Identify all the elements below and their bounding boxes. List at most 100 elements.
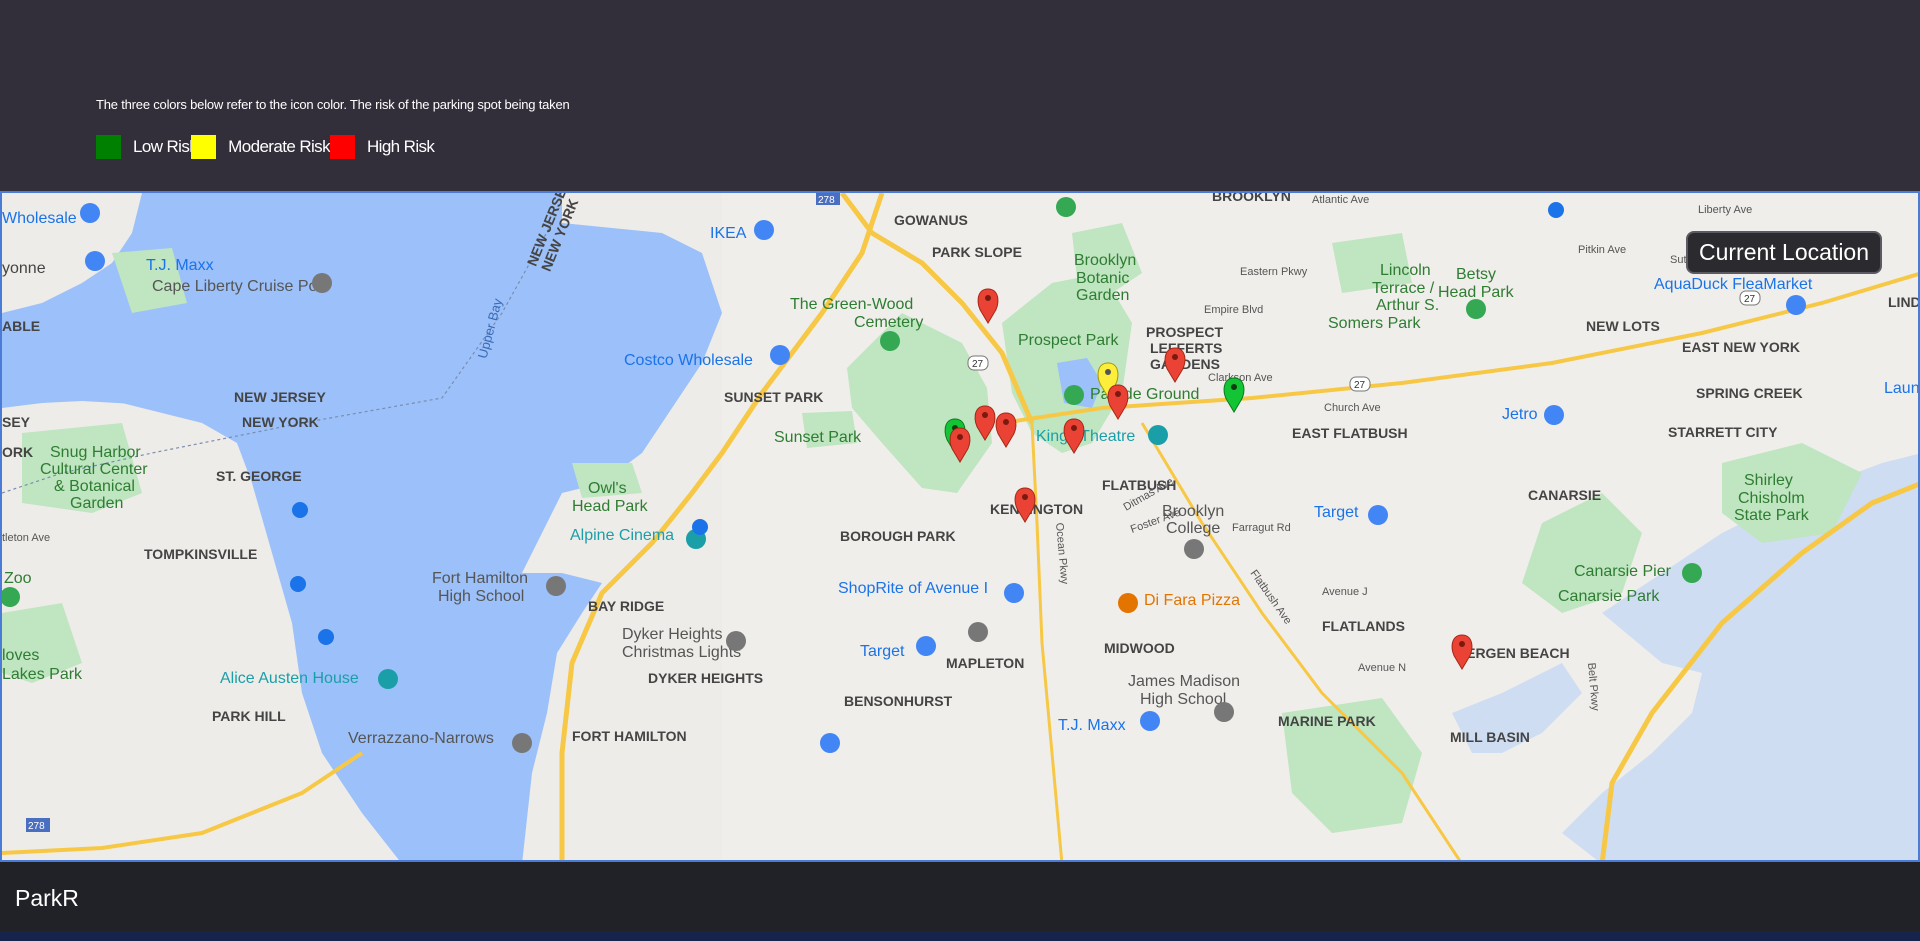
- label-aquaduck: AquaDuck FleaMarket: [1654, 276, 1813, 293]
- label-flatlands: FLATLANDS: [1322, 618, 1405, 634]
- cemetery-tree-icon: [880, 331, 900, 351]
- label-green-wood: The Green-Wood: [790, 296, 913, 313]
- jetro-shop-icon: [1544, 405, 1564, 425]
- label-able: ABLE: [2, 318, 40, 334]
- label-east-new-york: EAST NEW YORK: [1682, 339, 1800, 355]
- route-278-text-2: 278: [28, 821, 45, 832]
- label-zoo: Zoo: [4, 570, 32, 587]
- college-icon: [1184, 539, 1204, 559]
- label-verrazzano: Verrazzano-Narrows: [348, 730, 494, 747]
- label-sunset-park-hood: SUNSET PARK: [724, 389, 823, 405]
- label-snug-4: Garden: [70, 495, 123, 512]
- label-east-flatbush: EAST FLATBUSH: [1292, 425, 1408, 441]
- label-bergen-beach: BERGEN BEACH: [1456, 645, 1570, 661]
- label-midwood: MIDWOOD: [1104, 640, 1175, 656]
- label-kings-theatre: Kings Theatre: [1036, 428, 1135, 445]
- label-lincoln-4: Somers Park: [1328, 315, 1421, 332]
- label-di-fara: Di Fara Pizza: [1144, 592, 1240, 609]
- label-snug-3: & Botanical: [54, 478, 135, 495]
- label-shoprite: ShopRite of Avenue I: [838, 580, 988, 597]
- cruise-port-pin-icon: [312, 273, 332, 293]
- christmas-lights-pin-icon: [726, 631, 746, 651]
- label-park-hill: PARK HILL: [212, 708, 286, 724]
- parade-ground-icon: [1064, 385, 1084, 405]
- low-risk-label: Low Risk: [133, 137, 198, 156]
- label-dyker-lights-2: Christmas Lights: [622, 644, 741, 661]
- label-launch: Launch: [1884, 380, 1920, 397]
- label-new-lots: NEW LOTS: [1586, 318, 1660, 334]
- moderate-risk-label: Moderate Risk: [228, 137, 330, 156]
- label-bensonhurst: BENSONHURST: [844, 693, 953, 709]
- label-tompkinsville: TOMPKINSVILLE: [144, 546, 257, 562]
- aquaduck-shop-icon: [1786, 295, 1806, 315]
- label-spring-creek: SPRING CREEK: [1696, 385, 1803, 401]
- label-tj-maxx-1: T.J. Maxx: [1058, 717, 1126, 734]
- map-view[interactable]: BROOKLYN GOWANUS PARK SLOPE The Green-Wo…: [0, 191, 1920, 862]
- label-lincoln-1: Lincoln: [1380, 262, 1431, 279]
- header-bar: [0, 0, 1920, 191]
- label-lind: LIND: [1888, 294, 1920, 310]
- label-owls-head-2: Head Park: [572, 498, 649, 515]
- high-risk-label: High Risk: [366, 137, 435, 156]
- label-botanic-2: Botanic: [1076, 270, 1129, 287]
- route-27-text-3: 27: [1744, 294, 1756, 305]
- label-shirley-2: Chisholm: [1738, 490, 1805, 507]
- label-james-madison-2: High School: [1140, 691, 1226, 708]
- current-location-button[interactable]: Current Location: [1686, 231, 1882, 274]
- legend-description: The three colors below refer to the icon…: [96, 97, 570, 112]
- label-jetro: Jetro: [1502, 406, 1538, 423]
- ikea-shop-icon: [754, 220, 774, 240]
- label-canarsie-park: Canarsie Park: [1558, 588, 1660, 605]
- label-brooklyn-college-2: College: [1166, 520, 1220, 537]
- footer-strip: [0, 931, 1920, 941]
- label-prospect-lefferts-2: LEFFERTS: [1150, 340, 1222, 356]
- tj-maxx-shop-icon-west: [85, 251, 105, 271]
- route-27-text-1: 27: [972, 359, 984, 370]
- transit-icon-5: [692, 519, 708, 535]
- label-pitkin-ave: Pitkin Ave: [1578, 244, 1626, 256]
- label-target-1: Target: [1314, 504, 1359, 521]
- label-gowanus: GOWANUS: [894, 212, 968, 228]
- tj-maxx-shop-icon: [1140, 711, 1160, 731]
- label-farragut-rd: Farragut Rd: [1232, 522, 1291, 534]
- risk-legend: Low Risk Moderate Risk High Risk: [96, 135, 435, 159]
- label-eastern-pkwy: Eastern Pkwy: [1240, 266, 1308, 278]
- music-venue-icon: [1148, 425, 1168, 445]
- museum-icon: [378, 669, 398, 689]
- map-canvas[interactable]: BROOKLYN GOWANUS PARK SLOPE The Green-Wo…: [2, 193, 1920, 862]
- label-dyker-heights: DYKER HEIGHTS: [648, 670, 763, 686]
- label-new-york: NEW YORK: [242, 414, 319, 430]
- label-new-jersey: NEW JERSEY: [234, 389, 326, 405]
- label-brooklyn: BROOKLYN: [1212, 193, 1291, 204]
- label-marine-park: MARINE PARK: [1278, 713, 1376, 729]
- label-church-ave: Church Ave: [1324, 402, 1381, 414]
- label-betsy-2: Head Park: [1438, 284, 1515, 301]
- label-liberty-ave: Liberty Ave: [1698, 204, 1752, 216]
- transit-icon-3: [318, 629, 334, 645]
- school-icon-2: [1214, 702, 1234, 722]
- label-tj-maxx-2: T.J. Maxx: [146, 257, 214, 274]
- park-tree-icon: [1056, 197, 1076, 217]
- label-alice-austen: Alice Austen House: [220, 670, 359, 687]
- label-empire-blvd: Empire Blvd: [1204, 304, 1263, 316]
- label-snug-2: Cultural Center: [40, 461, 148, 478]
- label-cemetery: Cemetery: [854, 314, 923, 331]
- label-dyker-lights-1: Dyker Heights: [622, 626, 722, 643]
- label-cape-liberty: Cape Liberty Cruise Port: [152, 278, 328, 295]
- transit-icon-1: [292, 502, 308, 518]
- route-278-text-1: 278: [818, 195, 835, 206]
- label-betsy-1: Betsy: [1456, 266, 1496, 283]
- label-james-madison-1: James Madison: [1128, 673, 1240, 690]
- high-risk-swatch: [329, 135, 355, 159]
- label-mill-basin: MILL BASIN: [1450, 729, 1530, 745]
- label-sunset-park: Sunset Park: [774, 429, 862, 446]
- footer-bar: [0, 862, 1920, 941]
- label-prospect-lefferts-1: PROSPECT: [1146, 324, 1223, 340]
- label-botanic-1: Brooklyn: [1074, 252, 1136, 269]
- low-risk-swatch: [96, 135, 121, 159]
- label-wholesale: Wholesale: [2, 210, 77, 227]
- label-clove-lakes-2: Lakes Park: [2, 666, 83, 683]
- label-atlantic-ave: Atlantic Ave: [1312, 194, 1369, 206]
- route-27-text-2: 27: [1354, 380, 1366, 391]
- water-kill-van-kull: [2, 353, 262, 408]
